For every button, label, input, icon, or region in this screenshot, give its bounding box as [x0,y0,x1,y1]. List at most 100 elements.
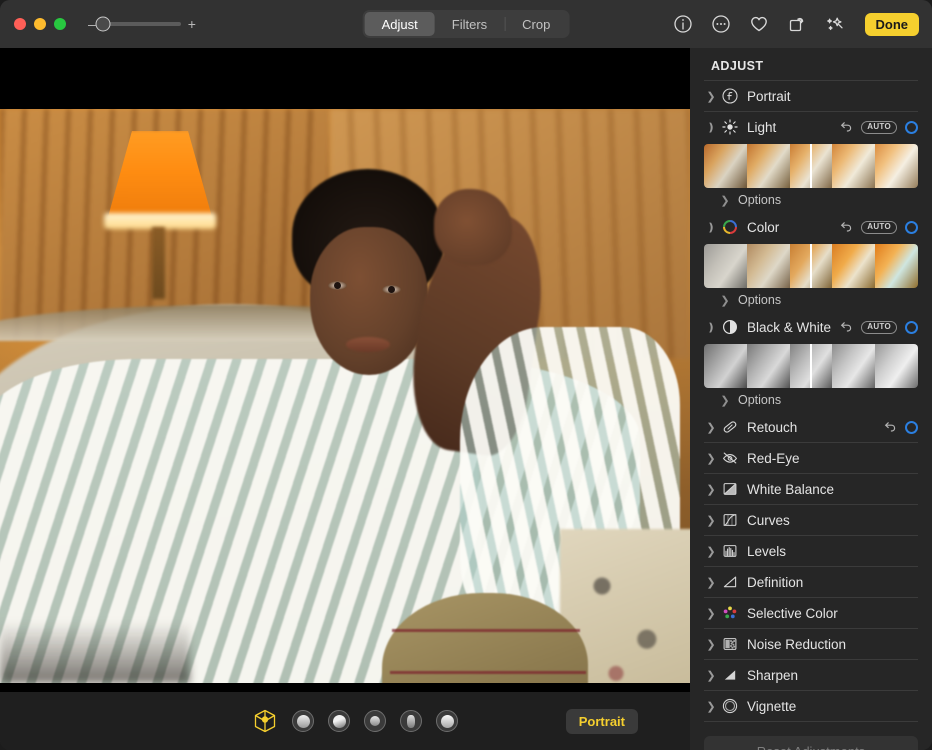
contour-light-orb [333,715,346,728]
photo-subject-lips [346,337,390,352]
filmstrip-frame[interactable] [704,244,747,288]
chevron-right-icon[interactable]: ❯ [704,638,718,651]
stage-light-mono-button[interactable] [400,710,422,732]
sidebar-item-retouch[interactable]: ❯ Retouch [702,412,920,442]
done-button[interactable]: Done [865,13,920,36]
rotate-icon[interactable] [787,14,807,34]
chevron-right-icon[interactable]: ❯ [704,483,718,496]
auto-button[interactable]: AUTO [861,321,897,334]
options-label: Options [738,193,781,207]
tab-filters[interactable]: Filters [435,12,504,36]
photo-subject-hand [434,189,512,265]
sidebar-item-red-eye[interactable]: ❯ Red-Eye [702,443,920,473]
color-filmstrip[interactable] [704,244,918,288]
contour-light-button[interactable] [328,710,350,732]
light-options-row[interactable]: ❯ Options [702,188,920,212]
edited-photo[interactable] [0,109,690,683]
zoom-slider-knob[interactable] [95,17,110,32]
revert-icon[interactable] [839,320,853,334]
stage-light-mono-orb [407,715,415,728]
sidebar-item-sharpen[interactable]: ❯ Sharpen [702,660,920,690]
chevron-right-icon[interactable]: ❯ [718,394,732,407]
sidebar-item-definition[interactable]: ❯ Definition [702,567,920,597]
sidebar-item-curves[interactable]: ❯ Curves [702,505,920,535]
filmstrip-frame[interactable] [832,344,875,388]
filmstrip-frame[interactable] [832,144,875,188]
zoom-slider-track[interactable] [103,22,181,26]
color-enable-toggle[interactable] [905,221,918,234]
chevron-right-icon[interactable]: ❯ [704,452,718,465]
white-balance-icon [721,480,739,498]
filmstrip-selection-indicator[interactable] [810,344,812,388]
chevron-right-icon[interactable]: ❯ [718,194,732,207]
tab-crop[interactable]: Crop [505,12,567,36]
chevron-right-icon[interactable]: ❯ [704,514,718,527]
filmstrip-selection-indicator[interactable] [810,144,812,188]
color-options-row[interactable]: ❯ Options [702,288,920,312]
info-icon[interactable] [673,14,693,34]
chevron-right-icon[interactable]: ❯ [704,576,718,589]
revert-icon[interactable] [883,420,897,434]
sidebar-item-levels[interactable]: ❯ Levels [702,536,920,566]
sidebar-item-light[interactable]: ❫ Light AUTO [702,112,920,142]
adjust-sidebar: ADJUST ❯ Portrait ❫ Light [690,48,932,750]
light-enable-toggle[interactable] [905,121,918,134]
sidebar-item-portrait[interactable]: ❯ Portrait [702,81,920,111]
filmstrip-frame[interactable] [704,144,747,188]
filmstrip-selection-indicator[interactable] [810,244,812,288]
filmstrip-frame[interactable] [832,244,875,288]
sidebar-item-noise-reduction[interactable]: ❯ Noise Reduction [702,629,920,659]
close-button[interactable] [14,18,26,30]
chevron-right-icon[interactable]: ❯ [704,545,718,558]
chevron-right-icon[interactable]: ❯ [704,90,718,103]
sidebar-item-vignette[interactable]: ❯ Vignette [702,691,920,721]
sidebar-item-selective-color[interactable]: ❯ Selective Color [702,598,920,628]
more-options-icon[interactable] [711,14,731,34]
high-key-light-mono-button[interactable] [436,710,458,732]
light-filmstrip[interactable] [704,144,918,188]
chevron-right-icon[interactable]: ❯ [718,294,732,307]
revert-icon[interactable] [839,120,853,134]
maximize-button[interactable] [54,18,66,30]
bw-enable-toggle[interactable] [905,321,918,334]
window-titlebar: – + Adjust Filters Crop [0,0,932,48]
chevron-right-icon[interactable]: ❯ [704,669,718,682]
chevron-down-icon[interactable]: ❫ [704,321,718,334]
photos-edit-window: – + Adjust Filters Crop [0,0,932,750]
eye-slash-icon [721,449,739,467]
photo-canvas[interactable] [0,48,690,692]
studio-light-button[interactable] [292,710,314,732]
chevron-right-icon[interactable]: ❯ [704,421,718,434]
chevron-down-icon[interactable]: ❫ [704,121,718,134]
chevron-right-icon[interactable]: ❯ [704,607,718,620]
filmstrip-frame[interactable] [875,244,918,288]
filmstrip-frame[interactable] [747,144,790,188]
auto-enhance-icon[interactable] [825,14,845,34]
bw-filmstrip[interactable] [704,344,918,388]
minimize-button[interactable] [34,18,46,30]
sidebar-item-white-balance[interactable]: ❯ White Balance [702,474,920,504]
portrait-mode-badge[interactable]: Portrait [566,709,638,734]
tab-adjust[interactable]: Adjust [365,12,435,36]
favorite-heart-icon[interactable] [749,14,769,34]
filmstrip-frame[interactable] [704,344,747,388]
filmstrip-frame[interactable] [747,344,790,388]
chevron-down-icon[interactable]: ❫ [704,221,718,234]
auto-button[interactable]: AUTO [861,221,897,234]
toolbar-right-cluster: Done [673,13,920,36]
sidebar-item-color[interactable]: ❫ Color AUTO [702,212,920,242]
revert-icon[interactable] [839,220,853,234]
stage-light-button[interactable] [364,710,386,732]
bw-options-row[interactable]: ❯ Options [702,388,920,412]
reset-adjustments-button[interactable]: Reset Adjustments [704,736,918,750]
sidebar-item-black-and-white[interactable]: ❫ Black & White AUTO [702,312,920,342]
filmstrip-frame[interactable] [747,244,790,288]
filmstrip-frame[interactable] [875,344,918,388]
filmstrip-frame[interactable] [875,144,918,188]
retouch-enable-toggle[interactable] [905,421,918,434]
auto-button[interactable]: AUTO [861,121,897,134]
zoom-in-icon[interactable]: + [188,17,196,31]
natural-light-cube-icon[interactable] [252,708,278,734]
chevron-right-icon[interactable]: ❯ [704,700,718,713]
zoom-slider[interactable]: – + [88,17,196,31]
